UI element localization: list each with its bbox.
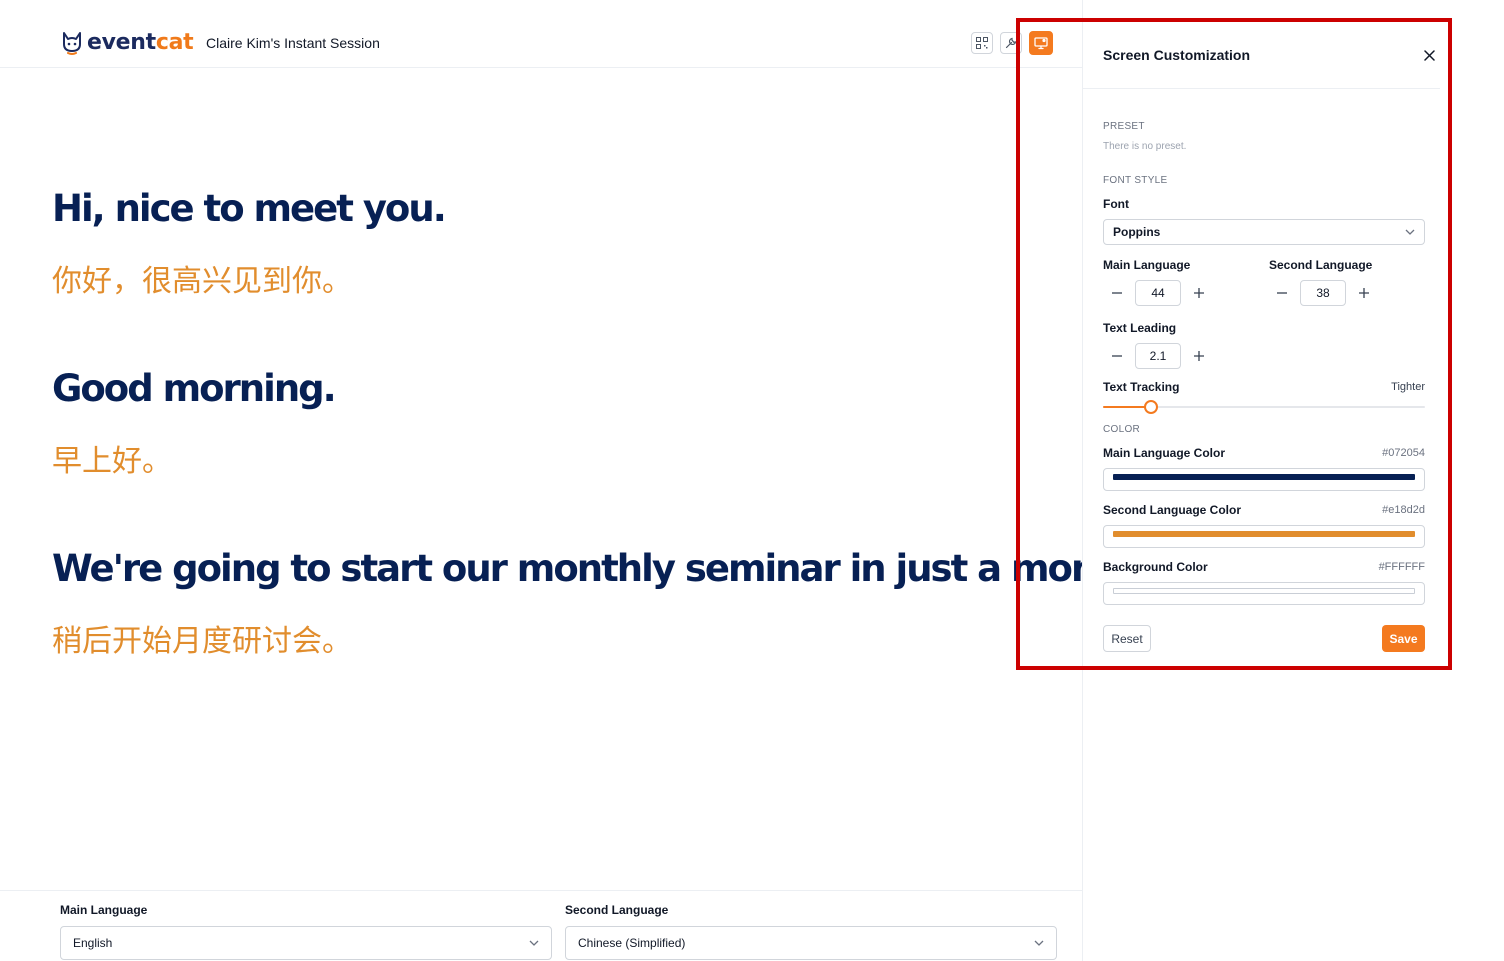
main-language-block: Main Language English (60, 903, 552, 960)
text-tracking-slider-handle[interactable] (1144, 400, 1158, 414)
preset-section-label: PRESET (1103, 121, 1145, 132)
transcript-second-line: 稍后开始月度研讨会。 (52, 624, 352, 659)
qr-code-icon (976, 37, 988, 49)
tools-button[interactable] (1000, 32, 1022, 54)
second-language-size-stepper: 38 (1269, 280, 1377, 306)
text-leading-input[interactable]: 2.1 (1135, 343, 1181, 369)
text-tracking-label: Text Tracking (1103, 380, 1180, 394)
main-language-size-input[interactable]: 44 (1135, 280, 1181, 306)
second-language-color-picker[interactable] (1103, 525, 1425, 548)
increment-main-size-button[interactable] (1186, 280, 1212, 306)
main-language-size-stepper: 44 (1104, 280, 1212, 306)
background-color-label: Background Color (1103, 560, 1208, 574)
second-language-select[interactable]: Chinese (Simplified) (565, 926, 1057, 960)
text-leading-stepper: 2.1 (1104, 343, 1212, 369)
font-select-value: Poppins (1113, 225, 1161, 239)
color-section-label: COLOR (1103, 424, 1141, 435)
transcript-entry: Good morning. 早上好。 (52, 366, 1082, 482)
panel-title: Screen Customization (1103, 47, 1251, 63)
font-select[interactable]: Poppins (1103, 219, 1425, 245)
transcript-main-line: We're going to start our monthly seminar… (52, 547, 1185, 590)
transcript-second-line: 早上好。 (52, 444, 172, 479)
session-title: Claire Kim's Instant Session (206, 35, 380, 51)
minus-icon (1277, 292, 1287, 294)
transcript-second-line: 你好，很高兴见到你。 (52, 264, 352, 299)
decrement-main-size-button[interactable] (1104, 280, 1130, 306)
chevron-down-icon (1034, 940, 1044, 946)
qr-code-button[interactable] (971, 32, 993, 54)
language-bar: Main Language English Second Language Ch… (0, 890, 1082, 961)
app-header: eventcat Claire Kim's Instant Session (0, 0, 1082, 68)
chevron-down-icon (1405, 229, 1415, 235)
second-language-color-value: #e18d2d (1382, 504, 1425, 516)
main-language-label: Main Language (60, 903, 148, 917)
transcript-entry: Hi, nice to meet you. 你好，很高兴见到你。 (52, 186, 1082, 302)
increment-leading-button[interactable] (1186, 343, 1212, 369)
font-style-section-label: FONT STYLE (1103, 175, 1168, 186)
second-language-color-label: Second Language Color (1103, 503, 1242, 517)
text-tracking-value: Tighter (1391, 381, 1425, 393)
minus-icon (1112, 292, 1122, 294)
second-language-size-input[interactable]: 38 (1300, 280, 1346, 306)
font-label: Font (1103, 197, 1129, 211)
transcript-main-line: Hi, nice to meet you. (52, 187, 447, 230)
close-panel-button[interactable] (1421, 47, 1437, 63)
cat-logo-icon (63, 32, 81, 55)
plus-icon (1194, 351, 1204, 361)
main-language-color-swatch (1113, 474, 1415, 480)
screen-customization-panel: Screen Customization PRESET There is no … (1083, 21, 1440, 666)
main-language-color-label: Main Language Color (1103, 446, 1226, 460)
wrench-icon (1005, 37, 1017, 49)
logo-text-event: event (87, 30, 156, 55)
main-language-color-value: #072054 (1382, 447, 1425, 459)
increment-second-size-button[interactable] (1351, 280, 1377, 306)
transcript-area: Hi, nice to meet you. 你好，很高兴见到你。 Good mo… (52, 186, 1185, 662)
close-icon (1423, 49, 1435, 61)
transcript-entry: We're going to start our monthly seminar… (52, 546, 1185, 662)
background-color-swatch (1113, 588, 1415, 594)
main-language-select[interactable]: English (60, 926, 552, 960)
decrement-second-size-button[interactable] (1269, 280, 1295, 306)
second-language-block: Second Language Chinese (Simplified) (565, 903, 1057, 960)
panel-separator (1083, 88, 1440, 89)
text-leading-label: Text Leading (1103, 321, 1177, 335)
plus-icon (1359, 288, 1369, 298)
main-language-value: English (73, 936, 113, 950)
background-color-value: #FFFFFF (1378, 561, 1425, 573)
minus-icon (1112, 355, 1122, 357)
logo-text-cat: cat (155, 30, 194, 55)
second-language-size-label: Second Language (1269, 258, 1373, 272)
background-color-picker[interactable] (1103, 582, 1425, 605)
transcript-main-line: Good morning. (52, 367, 337, 410)
screen-customization-button[interactable] (1029, 31, 1053, 55)
chevron-down-icon (529, 940, 539, 946)
text-tracking-slider[interactable] (1103, 400, 1425, 414)
main-language-color-picker[interactable] (1103, 468, 1425, 491)
preset-hint: There is no preset. (1103, 141, 1187, 152)
screen-settings-icon (1034, 37, 1048, 50)
second-language-label: Second Language (565, 903, 669, 917)
decrement-leading-button[interactable] (1104, 343, 1130, 369)
eventcat-logo[interactable]: eventcat (60, 30, 194, 56)
plus-icon (1194, 288, 1204, 298)
reset-button[interactable]: Reset (1103, 625, 1151, 652)
second-language-color-swatch (1113, 531, 1415, 537)
main-language-size-label: Main Language (1103, 258, 1191, 272)
second-language-value: Chinese (Simplified) (578, 936, 686, 950)
save-button[interactable]: Save (1382, 625, 1425, 652)
